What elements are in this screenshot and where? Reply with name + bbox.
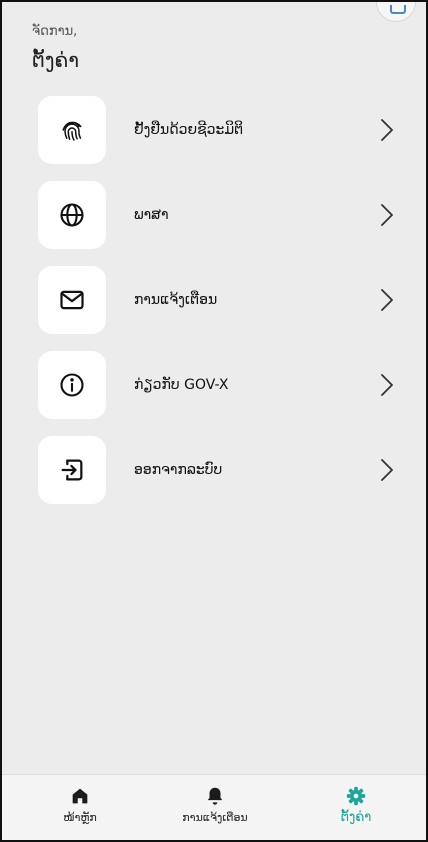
menu-item-label: ອອກຈາກລະບົບ <box>134 462 223 478</box>
app-screen: ຈັດການ, ຕັ້ງຄ່າ ຢັ້ງຢືນດ້ວຍຊີວະມິຕິ ພາສາ… <box>0 0 428 842</box>
menu-item-notifications[interactable]: ການແຈ້ງເຕືອນ <box>38 266 398 334</box>
fingerprint-icon <box>38 96 106 164</box>
corner-action-button[interactable] <box>376 2 416 22</box>
menu-item-logout[interactable]: ອອກຈາກລະບົບ <box>38 436 398 504</box>
header-subtitle: ຈັດການ, <box>32 24 78 39</box>
nav-label: ການແຈ້ງເຕືອນ <box>182 811 248 824</box>
menu-item-label: ພາສາ <box>134 207 169 223</box>
nav-item-notifications[interactable]: ການແຈ້ງເຕືອນ <box>160 785 270 825</box>
settings-menu: ຢັ້ງຢືນດ້ວຍຊີວະມິຕິ ພາສາ ການແຈ້ງເຕືອນ ກ່… <box>38 96 398 521</box>
chevron-right-icon <box>381 289 393 311</box>
menu-item-label: ກ່ຽວກັບ GOV-X <box>134 377 229 393</box>
info-icon <box>38 351 106 419</box>
nav-item-home[interactable]: ໜ້າຫຼັກ <box>25 785 135 825</box>
nav-item-settings[interactable]: ຕັ້ງຄ່າ <box>301 785 411 825</box>
menu-item-language[interactable]: ພາສາ <box>38 181 398 249</box>
mail-icon <box>38 266 106 334</box>
home-icon <box>72 788 88 804</box>
nav-label: ໜ້າຫຼັກ <box>63 811 97 824</box>
menu-item-label: ຢັ້ງຢືນດ້ວຍຊີວະມິຕິ <box>134 122 244 138</box>
chevron-right-icon <box>381 119 393 141</box>
chevron-right-icon <box>381 374 393 396</box>
page-title: ຕັ້ງຄ່າ <box>32 48 80 72</box>
menu-item-label: ການແຈ້ງເຕືອນ <box>134 292 218 308</box>
bottom-navigation: ໜ້າຫຼັກ ການແຈ້ງເຕືອນ ຕັ້ງຄ່າ <box>2 774 426 840</box>
nav-label: ຕັ້ງຄ່າ <box>340 810 372 825</box>
chevron-right-icon <box>381 459 393 481</box>
chevron-right-icon <box>381 204 393 226</box>
gear-icon <box>346 786 366 806</box>
menu-item-about[interactable]: ກ່ຽວກັບ GOV-X <box>38 351 398 419</box>
menu-item-biometrics[interactable]: ຢັ້ງຢືນດ້ວຍຊີວະມິຕິ <box>38 96 398 164</box>
logout-icon <box>38 436 106 504</box>
bell-icon <box>207 787 223 805</box>
page-header: ຈັດການ, ຕັ້ງຄ່າ <box>32 24 79 72</box>
globe-icon <box>38 181 106 249</box>
